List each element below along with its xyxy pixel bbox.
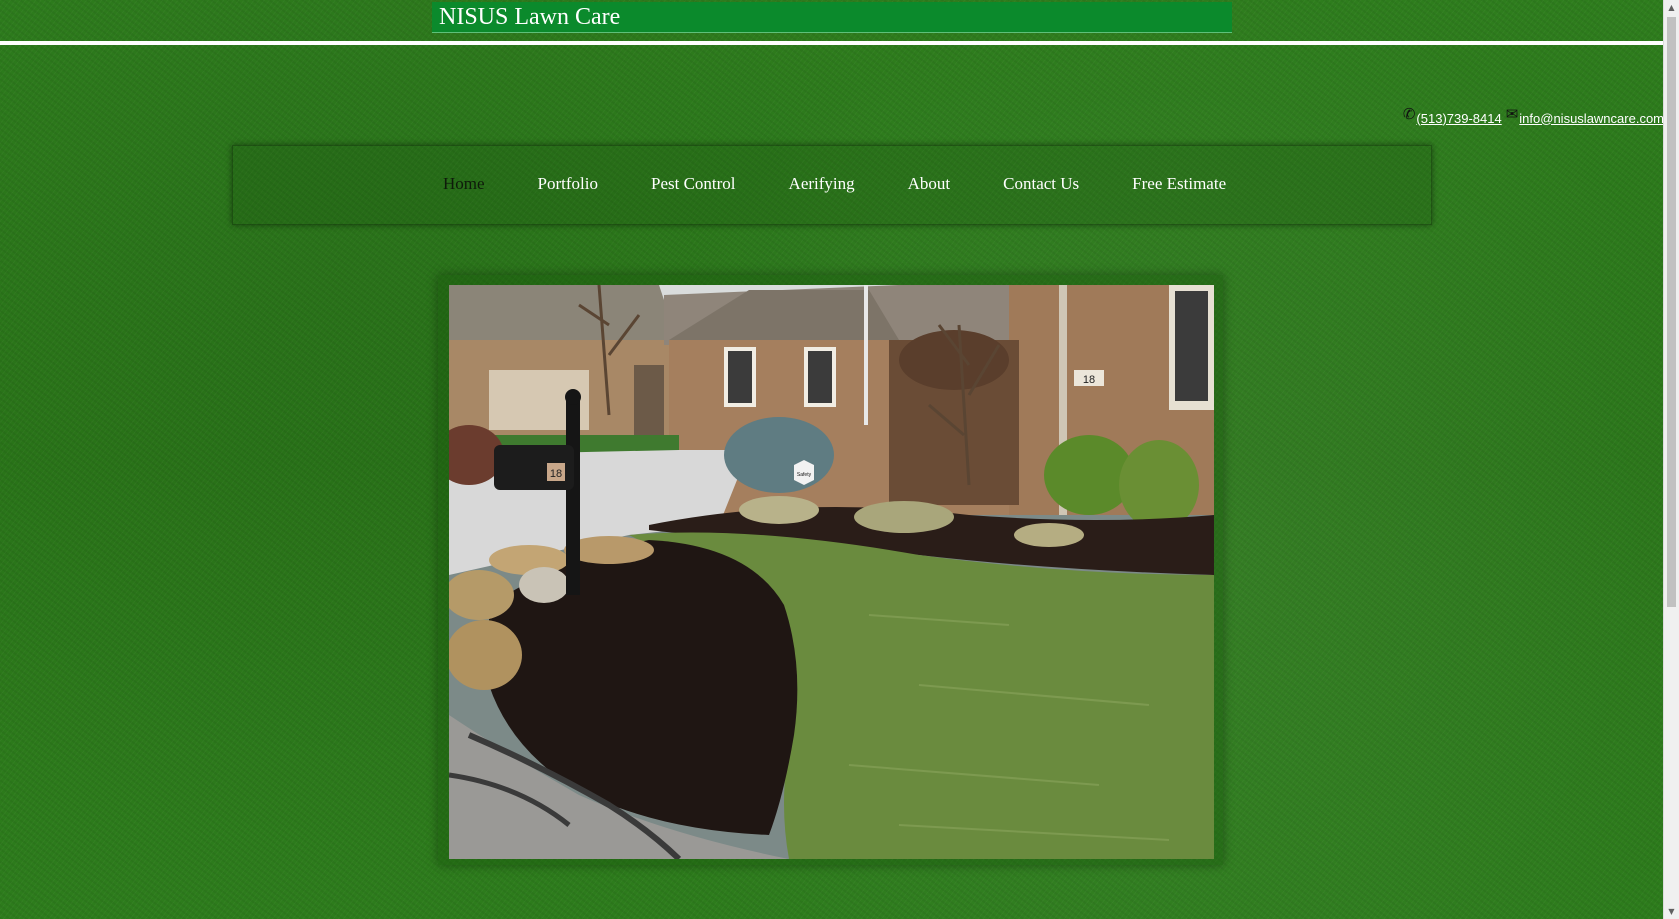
house-number: 18 bbox=[1083, 374, 1095, 386]
scrollbar-thumb[interactable] bbox=[1667, 17, 1676, 607]
email-link[interactable]: info@nisuslawncare.com bbox=[1519, 111, 1664, 126]
nav-item-free-estimate[interactable]: Free Estimate bbox=[1132, 174, 1226, 194]
hero-photo: 18 Safety 18 bbox=[449, 285, 1214, 859]
phone-icon: ✆ bbox=[1402, 105, 1416, 123]
nav-item-about[interactable]: About bbox=[908, 174, 951, 194]
nav-item-pest-control[interactable]: Pest Control bbox=[651, 174, 736, 194]
page: NISUS Lawn Care ✆ (513)739-8414 ✉ info@n… bbox=[0, 0, 1664, 919]
envelope-icon: ✉ bbox=[1505, 105, 1519, 123]
site-title: NISUS Lawn Care bbox=[439, 4, 621, 30]
scroll-up-icon[interactable]: ▲ bbox=[1664, 0, 1679, 15]
contact-strip: ✆ (513)739-8414 ✉ info@nisuslawncare.com bbox=[1402, 105, 1664, 128]
sign-text: Safety bbox=[797, 472, 812, 478]
nav-item-home[interactable]: Home bbox=[443, 174, 485, 194]
header-divider bbox=[0, 41, 1664, 45]
nav-item-aerifying[interactable]: Aerifying bbox=[789, 174, 855, 194]
phone-link[interactable]: (513)739-8414 bbox=[1416, 111, 1501, 126]
mailbox-number: 18 bbox=[550, 468, 562, 480]
nav-item-portfolio[interactable]: Portfolio bbox=[538, 174, 598, 194]
main-nav: Home Portfolio Pest Control Aerifying Ab… bbox=[232, 145, 1432, 225]
scroll-down-icon[interactable]: ▼ bbox=[1664, 904, 1679, 919]
vertical-scrollbar[interactable]: ▲ ▼ bbox=[1663, 0, 1679, 919]
site-header: NISUS Lawn Care bbox=[432, 2, 1232, 33]
hero-photo-frame: 18 Safety 18 bbox=[438, 275, 1223, 865]
nav-item-contact-us[interactable]: Contact Us bbox=[1003, 174, 1079, 194]
